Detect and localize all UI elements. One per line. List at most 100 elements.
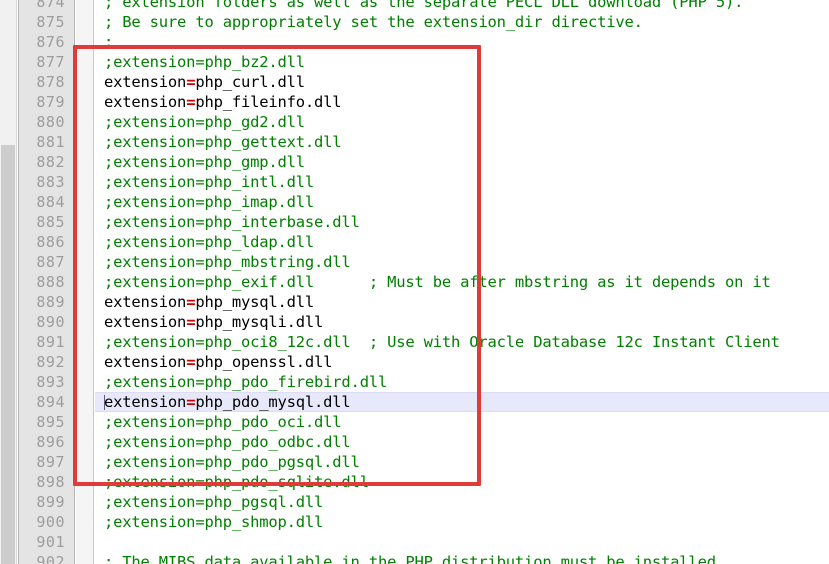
vertical-scrollbar-thumb[interactable] (1, 145, 15, 564)
code-line[interactable]: ;extension=php_ldap.dll (95, 232, 829, 252)
code-line[interactable]: ;extension=php_pdo_sqlite.dll (95, 472, 829, 492)
code-token-comment: ;extension=php_mbstring.dll (104, 253, 351, 271)
line-number: 879 (36, 93, 65, 111)
code-line[interactable]: ;extension=php_imap.dll (95, 192, 829, 212)
line-number: 882 (36, 153, 65, 171)
code-line[interactable]: ;extension=php_mbstring.dll (95, 252, 829, 272)
code-token-eq: = (186, 313, 196, 331)
line-number: 881 (36, 133, 65, 151)
line-number: 880 (36, 113, 65, 131)
code-token-comment: ;extension=php_pgsql.dll (104, 493, 324, 511)
code-line[interactable]: ;extension=php_pgsql.dll (95, 492, 829, 512)
code-token-comment: ;extension=php_pdo_oci.dll (104, 413, 342, 431)
code-token-comment: ;extension=php_gmp.dll (104, 153, 305, 171)
line-number: 884 (36, 193, 65, 211)
line-number: 885 (36, 213, 65, 231)
code-token-eq: = (186, 93, 196, 111)
code-line[interactable]: ;extension=php_pdo_oci.dll (95, 412, 829, 432)
code-line[interactable]: ;extension=php_gmp.dll (95, 152, 829, 172)
line-number: 893 (36, 373, 65, 391)
line-number: 892 (36, 353, 65, 371)
line-number: 900 (36, 513, 65, 531)
code-line-current[interactable]: extension=php_pdo_mysql.dll (95, 392, 829, 412)
code-line[interactable]: ;extension=php_pdo_pgsql.dll (95, 452, 829, 472)
line-number: 888 (36, 273, 65, 291)
line-number: 897 (36, 453, 65, 471)
line-number: 889 (36, 293, 65, 311)
code-line[interactable]: ; The MIBS data available in the PHP dis… (95, 552, 829, 564)
code-token-comment: ; The MIBS data available in the PHP dis… (104, 553, 725, 564)
line-number: 875 (36, 13, 65, 31)
code-line[interactable]: extension=php_openssl.dll (95, 352, 829, 372)
code-line[interactable]: ;extension=php_intl.dll (95, 172, 829, 192)
line-number: 896 (36, 433, 65, 451)
line-number: 901 (36, 533, 65, 551)
code-line[interactable]: ;extension=php_exif.dll ; Must be after … (95, 272, 829, 292)
code-text-area[interactable]: ; extension folders as well as the separ… (95, 0, 829, 564)
code-line[interactable] (95, 532, 829, 552)
code-token-comment: ;extension=php_gettext.dll (104, 133, 342, 151)
code-token-eq: = (186, 73, 196, 91)
code-token-eq: = (186, 293, 196, 311)
code-token-val: php_mysql.dll (195, 293, 315, 311)
code-token-comment: ;extension=php_intl.dll (104, 173, 315, 191)
line-number: 890 (36, 313, 65, 331)
code-token-key: extension (104, 293, 187, 311)
code-line[interactable]: ;extension=php_bz2.dll (95, 52, 829, 72)
code-line[interactable]: ;extension=php_pdo_odbc.dll (95, 432, 829, 452)
code-line[interactable]: ;extension=php_oci8_12c.dll ; Use with O… (95, 332, 829, 352)
code-line[interactable]: ; extension folders as well as the separ… (95, 0, 829, 12)
code-token-comment: ;extension=php_imap.dll (104, 193, 315, 211)
code-token-comment: ; extension folders as well as the separ… (104, 0, 744, 11)
code-token-comment: ;extension=php_pdo_pgsql.dll (104, 453, 360, 471)
code-line[interactable]: extension=php_mysql.dll (95, 292, 829, 312)
code-token-val: php_mysqli.dll (195, 313, 324, 331)
code-line[interactable]: ;extension=php_pdo_firebird.dll (95, 372, 829, 392)
code-token-comment: ;extension=php_shmop.dll (104, 513, 324, 531)
line-number: 886 (36, 233, 65, 251)
line-number-gutter: 874 875 876 877 878 879 880 881 882 883 884 885 886 8… (18, 0, 75, 564)
code-token-comment: ;extension=php_pdo_firebird.dll (104, 373, 388, 391)
code-token-key: extension (104, 93, 187, 111)
code-token-comment: ;extension=php_ldap.dll (104, 233, 315, 251)
line-number: 899 (36, 493, 65, 511)
code-token-eq: = (186, 393, 196, 411)
bookmark-fold-margin[interactable] (76, 0, 94, 564)
code-token-key: extension (104, 353, 187, 371)
code-token-comment: ; Be sure to appropriately set the exten… (104, 13, 643, 31)
code-line[interactable]: ;extension=php_shmop.dll (95, 512, 829, 532)
code-line[interactable]: extension=php_fileinfo.dll (95, 92, 829, 112)
line-number: 883 (36, 173, 65, 191)
code-editor-view[interactable]: 874 875 876 877 878 879 880 881 882 883 884 885 886 8… (0, 0, 829, 564)
code-token-comment: ;extension=php_gd2.dll (104, 113, 305, 131)
line-number: 874 (36, 0, 65, 11)
line-number: 891 (36, 333, 65, 351)
code-line[interactable]: ;extension=php_gettext.dll (95, 132, 829, 152)
code-line[interactable]: ; (95, 32, 829, 52)
code-token-comment: ;extension=php_exif.dll ; Must be after … (104, 273, 771, 291)
code-line[interactable]: extension=php_curl.dll (95, 72, 829, 92)
code-token-eq: = (186, 353, 196, 371)
vertical-scrollbar-track[interactable] (0, 0, 17, 564)
code-token-key: extension (104, 393, 187, 411)
line-number: 877 (36, 53, 65, 71)
code-token-comment: ;extension=php_oci8_12c.dll ; Use with O… (104, 333, 780, 351)
code-token-val: php_pdo_mysql.dll (195, 393, 351, 411)
code-token-val: php_openssl.dll (195, 353, 333, 371)
code-line[interactable]: extension=php_mysqli.dll (95, 312, 829, 332)
line-number: 895 (36, 413, 65, 431)
code-token-comment: ;extension=php_pdo_odbc.dll (104, 433, 351, 451)
code-token-key: extension (104, 313, 187, 331)
line-number: 902 (36, 553, 65, 564)
code-line[interactable]: ; Be sure to appropriately set the exten… (95, 12, 829, 32)
code-token-key: extension (104, 73, 187, 91)
line-number: 876 (36, 33, 65, 51)
code-line[interactable]: ;extension=php_interbase.dll (95, 212, 829, 232)
line-number: 894 (36, 393, 65, 411)
line-number: 878 (36, 73, 65, 91)
code-token-val: php_fileinfo.dll (195, 93, 342, 111)
line-number: 887 (36, 253, 65, 271)
line-number: 898 (36, 473, 65, 491)
code-token-comment: ;extension=php_bz2.dll (104, 53, 305, 71)
code-line[interactable]: ;extension=php_gd2.dll (95, 112, 829, 132)
